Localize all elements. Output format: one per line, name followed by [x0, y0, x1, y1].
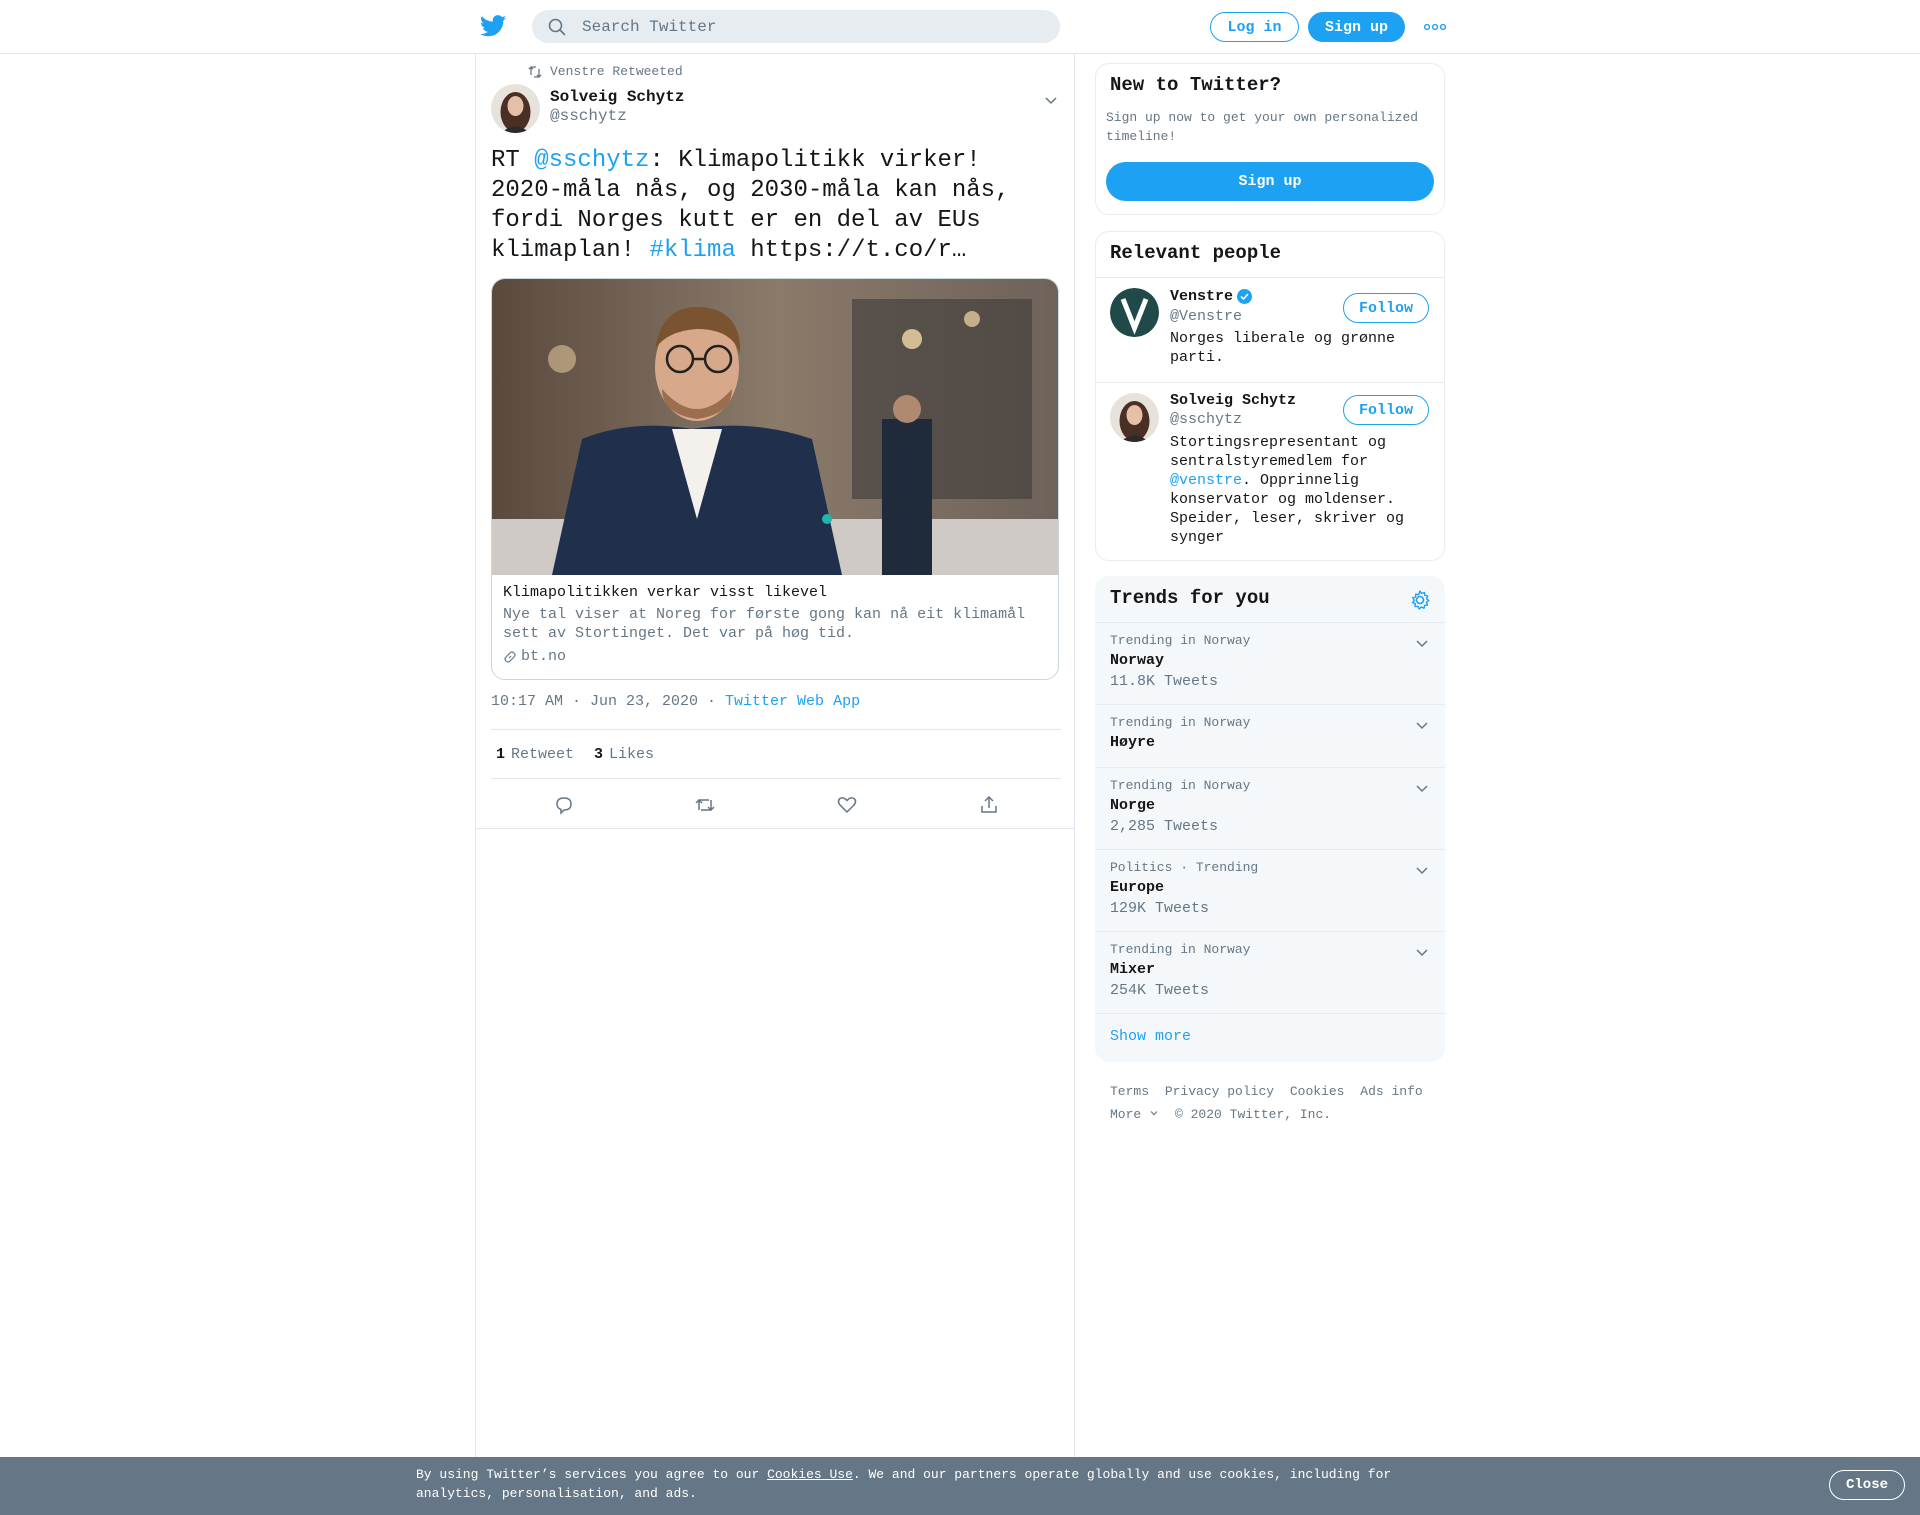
link-card[interactable]: Klimapolitikken verkar visst likevel Nye…: [491, 278, 1059, 680]
cookies-use-link[interactable]: Cookies Use: [767, 1467, 853, 1482]
trend-item[interactable]: Trending in Norway Norway 11.8K Tweets: [1096, 622, 1446, 704]
show-more-link[interactable]: Show more: [1110, 1028, 1191, 1045]
trend-context: Politics · Trending: [1110, 860, 1259, 875]
reply-icon[interactable]: [553, 794, 575, 816]
more-link[interactable]: More: [1110, 1107, 1159, 1122]
trend-count: 2,285 Tweets: [1110, 818, 1219, 835]
tweet-text: RT @sschytz: Klimapolitikk virker! 2020-…: [491, 147, 1010, 264]
chevron-down-icon[interactable]: [1414, 862, 1430, 878]
card-domain: bt.no: [503, 648, 566, 665]
tweet-link[interactable]: https://t.co/r…: [736, 237, 966, 264]
trend-name[interactable]: Høyre: [1110, 734, 1155, 751]
top-header: Log in Sign up: [0, 0, 1920, 54]
trend-name[interactable]: Europe: [1110, 879, 1164, 896]
divider: [1096, 1013, 1446, 1014]
more-options-icon[interactable]: [1424, 21, 1446, 33]
trend-context: Trending in Norway: [1110, 778, 1251, 793]
copyright: © 2020 Twitter, Inc.: [1175, 1107, 1332, 1122]
trend-context: Trending in Norway: [1110, 633, 1251, 648]
follow-button[interactable]: Follow: [1343, 395, 1429, 425]
tweet-stats: 1 Retweet 3 Likes: [491, 729, 1061, 779]
cookie-consent-bar: By using Twitter’s services you agree to…: [0, 1457, 1920, 1515]
person-handle[interactable]: @Venstre: [1170, 308, 1242, 325]
cookie-text: By using Twitter’s services you agree to…: [416, 1467, 1392, 1501]
hashtag-link[interactable]: #klima: [649, 237, 735, 264]
person-bio: Norges liberale og grønne parti.: [1170, 330, 1396, 366]
trends-box: Trends for you Trending in Norway Norway…: [1095, 576, 1446, 1062]
search-input[interactable]: [582, 10, 1042, 43]
sidebar-signup-button[interactable]: Sign up: [1106, 162, 1434, 201]
relevant-people-title: Relevant people: [1110, 242, 1282, 264]
retweet-icon: [528, 65, 542, 78]
trend-name[interactable]: Norge: [1110, 797, 1155, 814]
author-name[interactable]: Solveig Schytz: [550, 88, 684, 106]
retweet-context: Venstre Retweeted: [528, 64, 683, 79]
chevron-down-icon[interactable]: [1043, 92, 1059, 108]
close-button[interactable]: Close: [1829, 1470, 1905, 1500]
trend-count: 11.8K Tweets: [1110, 673, 1219, 690]
like-count[interactable]: 3 Likes: [594, 746, 654, 763]
relevant-people-box: Relevant people Venstre @Venstre Norges …: [1095, 231, 1445, 561]
solveig-avatar[interactable]: [1110, 393, 1159, 442]
tweet-timestamp: 10:17 AM · Jun 23, 2020 · Twitter Web Ap…: [491, 693, 861, 710]
like-icon[interactable]: [836, 794, 858, 816]
trend-context: Trending in Norway: [1110, 942, 1251, 957]
signup-button[interactable]: Sign up: [1308, 12, 1405, 42]
trend-context: Trending in Norway: [1110, 715, 1251, 730]
link-icon: [504, 650, 516, 663]
verified-badge-icon: [1237, 289, 1253, 304]
retweet-count[interactable]: 1 Retweet: [496, 746, 574, 763]
author-handle[interactable]: @sschytz: [550, 107, 627, 125]
chevron-down-icon[interactable]: [1414, 944, 1430, 960]
card-image: [492, 279, 1058, 575]
mention-link[interactable]: @sschytz: [534, 147, 649, 174]
cookies-link[interactable]: Cookies: [1290, 1084, 1345, 1099]
trend-count: 129K Tweets: [1110, 900, 1210, 917]
tweet-source-link[interactable]: Twitter Web App: [725, 693, 860, 710]
trend-name[interactable]: Norway: [1110, 652, 1164, 669]
gear-icon[interactable]: [1409, 589, 1431, 611]
person-handle[interactable]: @sschytz: [1170, 411, 1242, 428]
ads-info-link[interactable]: Ads info: [1360, 1084, 1422, 1099]
twitter-logo-icon[interactable]: [480, 15, 506, 37]
retweeted-by-text[interactable]: Venstre Retweeted: [550, 64, 683, 79]
tweet-actions: [476, 779, 1074, 829]
author-avatar[interactable]: [491, 84, 540, 133]
person-name[interactable]: Venstre: [1170, 288, 1253, 305]
search-bar[interactable]: [532, 10, 1060, 43]
signup-box-title: New to Twitter?: [1110, 74, 1282, 96]
trend-count: 254K Tweets: [1110, 982, 1210, 999]
chevron-down-icon[interactable]: [1414, 635, 1430, 651]
chevron-down-icon[interactable]: [1414, 717, 1430, 733]
person-card[interactable]: Venstre @Venstre Norges liberale og grøn…: [1096, 278, 1444, 382]
trends-title: Trends for you: [1110, 587, 1270, 609]
trend-item[interactable]: Politics · Trending Europe 129K Tweets: [1096, 849, 1446, 931]
search-icon: [548, 18, 566, 36]
person-card[interactable]: Solveig Schytz @sschytz Stortingsreprese…: [1096, 383, 1444, 561]
trend-item[interactable]: Trending in Norway Mixer 254K Tweets: [1096, 931, 1446, 1013]
login-button[interactable]: Log in: [1210, 12, 1299, 42]
new-to-twitter-box: New to Twitter? Sign up now to get your …: [1095, 63, 1445, 215]
chevron-down-icon[interactable]: [1414, 780, 1430, 796]
tweet-column: Venstre Retweeted Solveig Schytz @sschyt…: [475, 54, 1075, 1515]
footer-links: Terms Privacy policy Cookies Ads info Mo…: [1110, 1080, 1450, 1126]
venstre-avatar[interactable]: [1110, 288, 1159, 337]
card-description: Nye tal viser at Noreg for første gong k…: [503, 606, 1026, 642]
terms-link[interactable]: Terms: [1110, 1084, 1149, 1099]
chevron-down-icon: [1150, 1111, 1158, 1116]
trend-item[interactable]: Trending in Norway Høyre: [1096, 704, 1446, 767]
signup-box-description: Sign up now to get your own personalized…: [1106, 110, 1419, 144]
mention-link[interactable]: @venstre: [1170, 472, 1242, 489]
card-title[interactable]: Klimapolitikken verkar visst likevel: [503, 584, 827, 601]
privacy-link[interactable]: Privacy policy: [1165, 1084, 1274, 1099]
follow-button[interactable]: Follow: [1343, 293, 1429, 323]
trend-item[interactable]: Trending in Norway Norge 2,285 Tweets: [1096, 767, 1446, 849]
retweet-icon[interactable]: [694, 794, 716, 816]
person-bio: Stortingsrepresentant og sentralstyremed…: [1170, 434, 1405, 546]
trend-name[interactable]: Mixer: [1110, 961, 1155, 978]
share-icon[interactable]: [978, 794, 1000, 816]
person-name[interactable]: Solveig Schytz: [1170, 392, 1296, 409]
